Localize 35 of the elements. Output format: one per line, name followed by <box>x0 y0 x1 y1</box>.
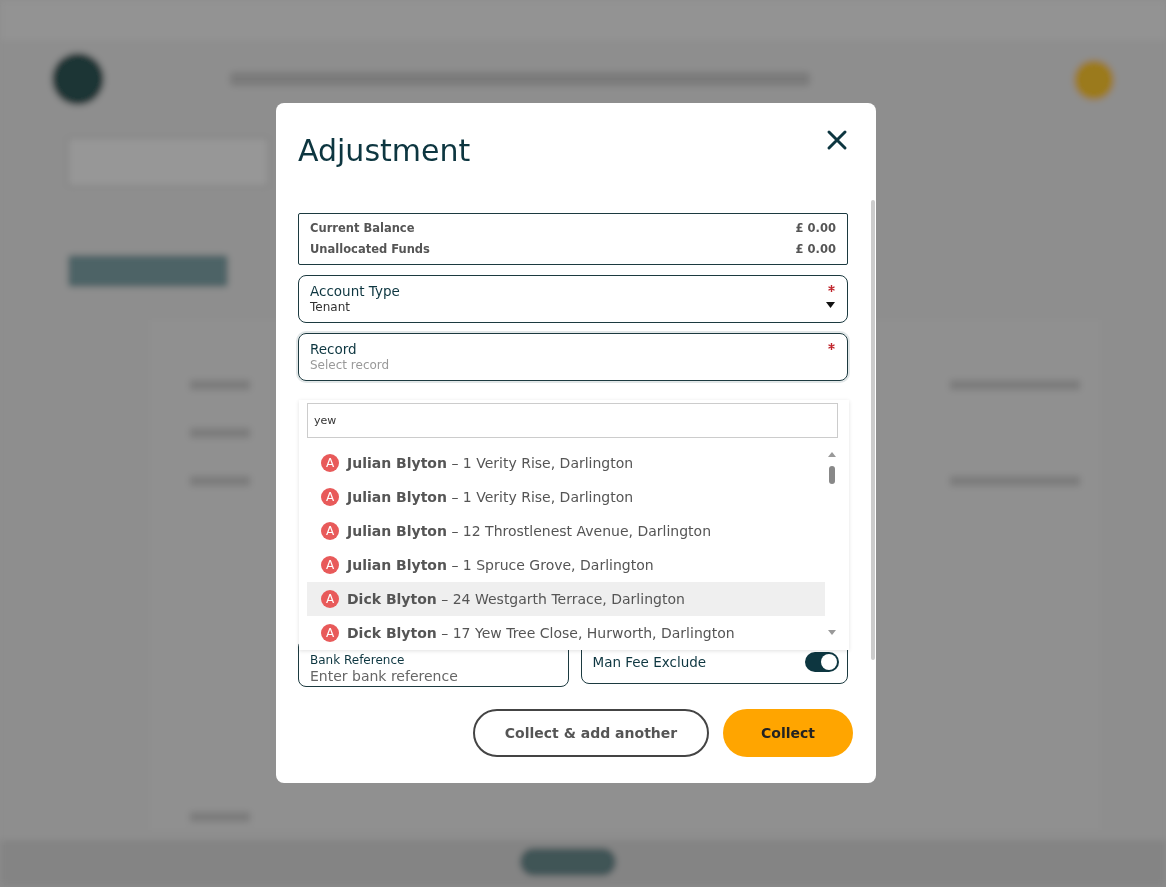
balance-value: £ 0.00 <box>795 241 836 258</box>
dropdown-option[interactable]: A Julian Blyton – 12 Throstlenest Avenue, Darlington <box>307 514 825 548</box>
field-label: Record <box>310 341 357 358</box>
avatar-badge: A <box>321 522 339 540</box>
avatar-badge: A <box>321 488 339 506</box>
avatar-badge: A <box>321 454 339 472</box>
balance-label: Unallocated Funds <box>310 241 430 258</box>
field-label: Account Type <box>310 283 400 300</box>
option-text: Dick Blyton – 24 Westgarth Terrace, Darlington <box>347 589 685 609</box>
collect-button[interactable]: Collect <box>723 709 853 757</box>
dropdown-option[interactable]: A Julian Blyton – 1 Verity Rise, Darlington <box>307 480 825 514</box>
record-select[interactable]: Record Select record <box>298 333 848 381</box>
option-text: Julian Blyton – 1 Verity Rise, Darlington <box>347 453 634 473</box>
select-value: Tenant <box>310 300 350 315</box>
avatar-badge: A <box>321 556 339 574</box>
dropdown-option[interactable]: A Dick Blyton – 24 Westgarth Terrace, Darlington <box>307 582 825 616</box>
caret-icon <box>826 302 835 308</box>
search-field[interactable]: yew <box>307 403 838 438</box>
account-type-select[interactable]: Account Type Tenant <box>298 275 848 323</box>
dropdown-option[interactable]: A Julian Blyton – 1 Spruce Grove, Darlington <box>307 548 825 582</box>
avatar-badge: A <box>321 590 339 608</box>
option-text: Julian Blyton – 12 Throstlenest Avenue, Darlington <box>347 521 712 541</box>
balance-value: £ 0.00 <box>795 220 836 237</box>
modal-title: Adjustment <box>298 133 471 169</box>
toggle-label: Man Fee Exclude <box>592 653 707 671</box>
option-text: Julian Blyton – 1 Verity Rise, Darlington <box>347 487 634 507</box>
option-text: Julian Blyton – 1 Spruce Grove, Darlington <box>347 555 654 575</box>
dropdown-option[interactable]: A Julian Blyton – 1 Verity Rise, Darlington <box>307 446 825 480</box>
collect-add-another-button[interactable]: Collect & add another <box>473 709 709 757</box>
toggle-switch[interactable] <box>805 652 839 672</box>
field-label: Bank Reference <box>310 653 405 667</box>
select-placeholder: Select record <box>310 358 390 373</box>
avatar-badge: A <box>321 624 339 642</box>
scrollbar[interactable] <box>871 200 875 660</box>
balance-label: Current Balance <box>310 220 415 237</box>
